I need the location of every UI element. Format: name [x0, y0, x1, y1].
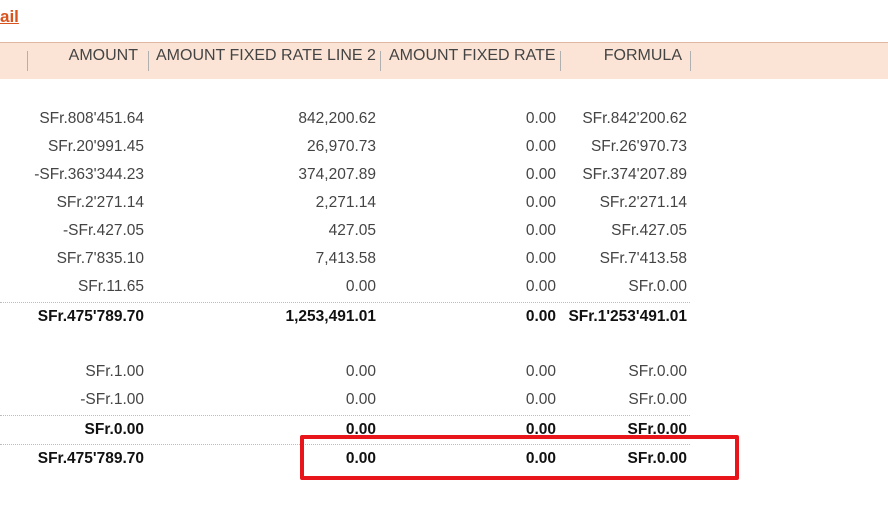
formula-cell: SFr.374'207.89: [582, 166, 687, 183]
amount-fixed-rate-cell: 0.00: [525, 166, 556, 183]
column-header-amount[interactable]: AMOUNT: [69, 47, 138, 65]
column-separator[interactable]: [148, 51, 149, 71]
report-table-view: ail AMOUNT AMOUNT FIXED RATE LINE 2 AMOU…: [0, 0, 888, 507]
formula-cell: SFr.427.05: [611, 222, 687, 239]
row-divider: [0, 302, 690, 303]
column-separator[interactable]: [27, 51, 28, 71]
amount-cell: SFr.2'271.14: [56, 194, 144, 211]
amount-cell: SFr.7'835.10: [56, 250, 144, 267]
amount-fixed-rate-line-2-cell: 2,271.14: [315, 194, 376, 211]
formula-cell: SFr.0.00: [628, 391, 687, 408]
amount-fixed-rate-line-2-cell: 0.00: [345, 363, 376, 380]
formula-cell: SFr.26'970.73: [590, 138, 687, 155]
amount-fixed-rate-cell: 0.00: [525, 222, 556, 239]
amount-fixed-rate-line-2-cell: 842,200.62: [298, 110, 376, 127]
column-separator[interactable]: [560, 51, 561, 71]
amount-fixed-rate-line-2-cell: 0.00: [345, 278, 376, 295]
amount-cell: SFr.20'991.45: [47, 138, 144, 155]
amount-fixed-rate-cell: 0.00: [525, 278, 556, 295]
formula-cell: SFr.0.00: [628, 363, 687, 380]
amount-fixed-rate-cell: 0.00: [525, 138, 556, 155]
column-separator[interactable]: [380, 51, 381, 71]
highlight-box: [300, 435, 739, 480]
amount-fixed-rate-cell: 0.00: [525, 391, 556, 408]
amount-fixed-rate-line-2-cell: 7,413.58: [315, 250, 376, 267]
amount-cell: SFr.1.00: [85, 363, 144, 380]
amount-fixed-rate-line-2-cell: 374,207.89: [298, 166, 376, 183]
column-header-amount-fixed-rate[interactable]: AMOUNT FIXED RATE: [389, 47, 556, 65]
amount-fixed-rate-cell: 0.00: [525, 194, 556, 211]
amount-subtotal: SFr.475'789.70: [37, 308, 144, 325]
amount-fixed-rate-cell: 0.00: [525, 110, 556, 127]
amount-fixed-rate-line-2-subtotal: 1,253,491.01: [285, 308, 376, 325]
row-divider: [0, 415, 690, 416]
table-header: AMOUNT AMOUNT FIXED RATE LINE 2 AMOUNT F…: [0, 42, 888, 79]
amount-subtotal: SFr.0.00: [84, 421, 144, 438]
amount-fixed-rate-line-2-cell: 427.05: [328, 222, 376, 239]
amount-cell: SFr.808'451.64: [39, 110, 144, 127]
amount-cell: -SFr.1.00: [80, 391, 144, 408]
amount-cell: -SFr.363'344.23: [34, 166, 144, 183]
amount-fixed-rate-line-2-cell: 0.00: [345, 391, 376, 408]
amount-fixed-rate-subtotal: 0.00: [525, 308, 556, 325]
amount-fixed-rate-cell: 0.00: [525, 250, 556, 267]
amount-cell: SFr.11.65: [77, 278, 144, 295]
column-header-formula[interactable]: FORMULA: [604, 47, 682, 65]
formula-cell: SFr.842'200.62: [582, 110, 687, 127]
amount-cell: -SFr.427.05: [63, 222, 144, 239]
detail-link[interactable]: ail: [0, 7, 19, 27]
column-separator[interactable]: [690, 51, 691, 71]
formula-subtotal: SFr.1'253'491.01: [568, 308, 687, 325]
formula-cell: SFr.0.00: [628, 278, 687, 295]
amount-fixed-rate-line-2-cell: 26,970.73: [307, 138, 376, 155]
amount-grand-total: SFr.475'789.70: [37, 450, 144, 467]
formula-cell: SFr.7'413.58: [599, 250, 687, 267]
amount-fixed-rate-cell: 0.00: [525, 363, 556, 380]
formula-cell: SFr.2'271.14: [599, 194, 687, 211]
column-header-amount-fixed-rate-line-2[interactable]: AMOUNT FIXED RATE LINE 2: [156, 47, 376, 65]
